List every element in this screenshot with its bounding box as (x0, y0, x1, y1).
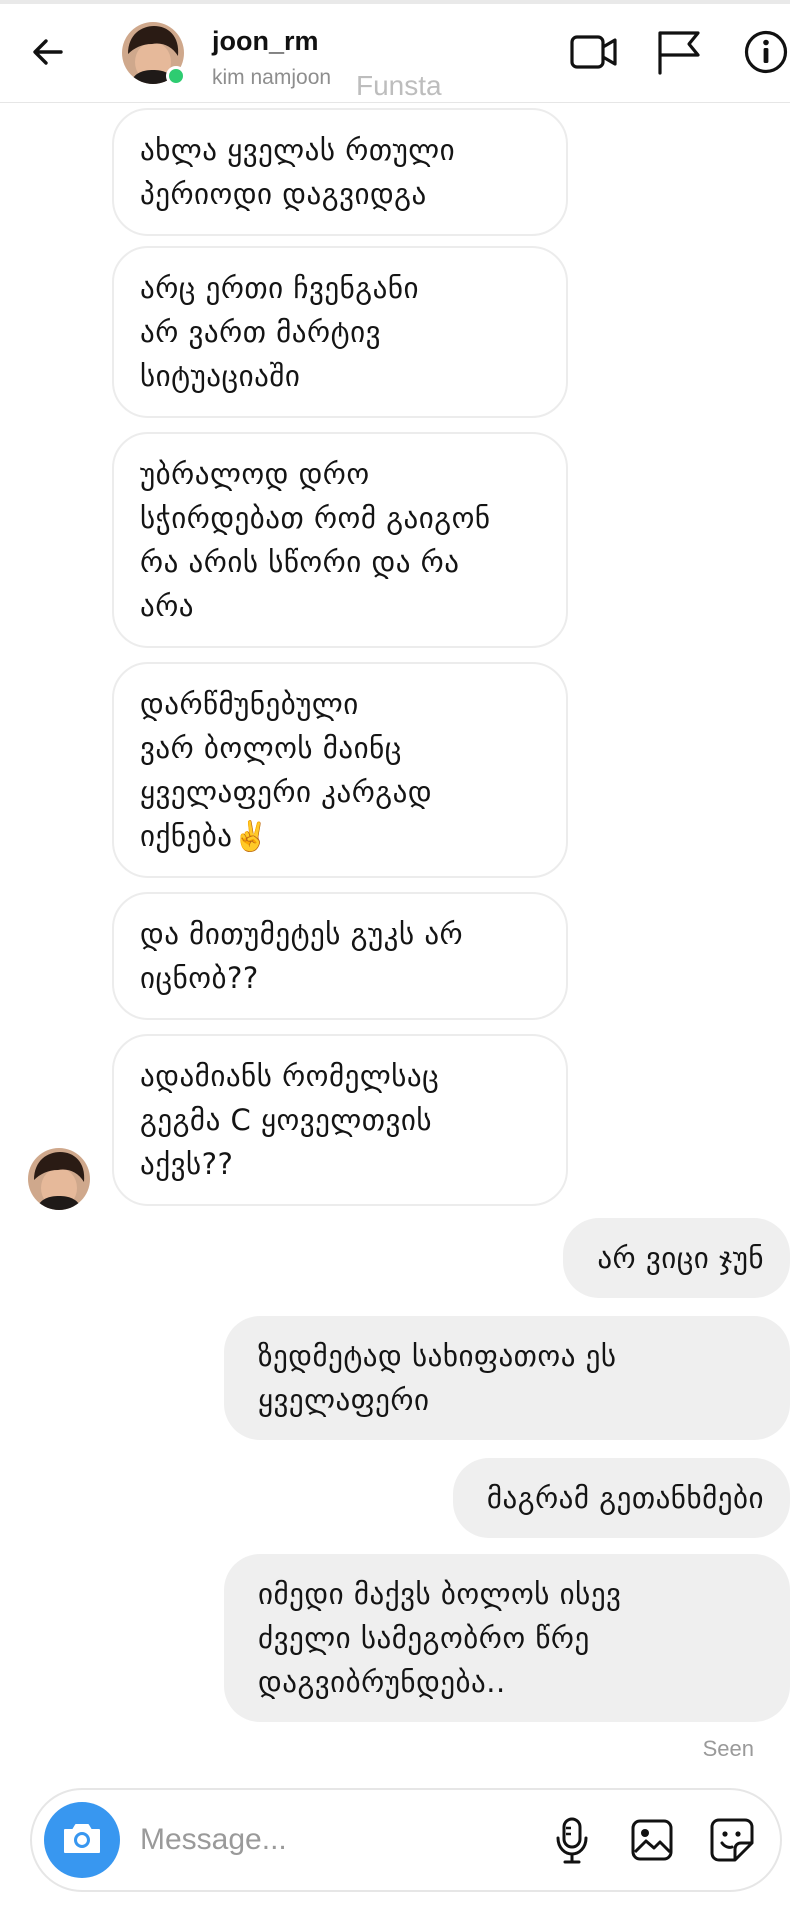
sticker-icon (709, 1817, 755, 1867)
sender-avatar[interactable] (28, 1148, 90, 1210)
seen-indicator: Seen (702, 1736, 754, 1761)
image-icon (630, 1818, 674, 1866)
video-camera-icon (569, 32, 619, 76)
arrow-left-icon (30, 34, 66, 74)
message-bubble-incoming[interactable]: ახლა ყველას რთული პერიოდი დაგვიდგა (112, 108, 568, 236)
message-bubble-incoming[interactable]: არც ერთი ჩვენგანი არ ვართ მარტივ სიტუაცი… (112, 246, 568, 418)
message-bubble-incoming[interactable]: და მითუმეტეს გუკს არ იცნობ?? (112, 892, 568, 1020)
message-composer (30, 1788, 782, 1892)
message-bubble-outgoing[interactable]: იმედი მაქვს ბოლოს ისევ ძველი სამეგობრო წ… (224, 1554, 790, 1722)
watermark-text: Funsta (356, 70, 442, 101)
message-bubble-incoming[interactable]: დარწმუნებული ვარ ბოლოს მაინც ყველაფერი კ… (112, 662, 568, 878)
flag-icon (654, 29, 702, 79)
sticker-button[interactable] (704, 1814, 760, 1870)
online-status-dot (166, 66, 186, 86)
chat-username[interactable]: joon_rm (212, 26, 319, 57)
chat-full-name: kim namjoon (212, 66, 332, 89)
message-bubble-outgoing[interactable]: არ ვიცი ჯუნ (563, 1218, 790, 1298)
gallery-button[interactable] (624, 1814, 680, 1870)
camera-icon (61, 1820, 103, 1860)
message-bubble-outgoing[interactable]: მაგრამ გეთანხმები (452, 1458, 790, 1538)
microphone-icon (555, 1816, 589, 1868)
message-bubble-incoming[interactable]: უბრალოდ დრო სჭირდებათ რომ გაიგონ რა არის… (112, 432, 568, 648)
video-call-button[interactable] (566, 26, 622, 82)
info-icon (743, 29, 789, 79)
report-button[interactable] (650, 26, 706, 82)
camera-button[interactable] (44, 1802, 120, 1878)
chat-header: joon_rm kim namjoon Funsta (0, 4, 790, 103)
voice-message-button[interactable] (544, 1814, 600, 1870)
info-button[interactable] (738, 26, 790, 82)
message-input[interactable] (140, 1816, 440, 1864)
back-button[interactable] (22, 28, 74, 80)
message-bubble-incoming[interactable]: ადამიანს რომელსაც გეგმა C ყოველთვის აქვს… (112, 1034, 568, 1206)
profile-avatar[interactable] (122, 22, 186, 86)
message-bubble-outgoing[interactable]: ზედმეტად სახიფათოა ეს ყველაფერი (224, 1316, 790, 1440)
